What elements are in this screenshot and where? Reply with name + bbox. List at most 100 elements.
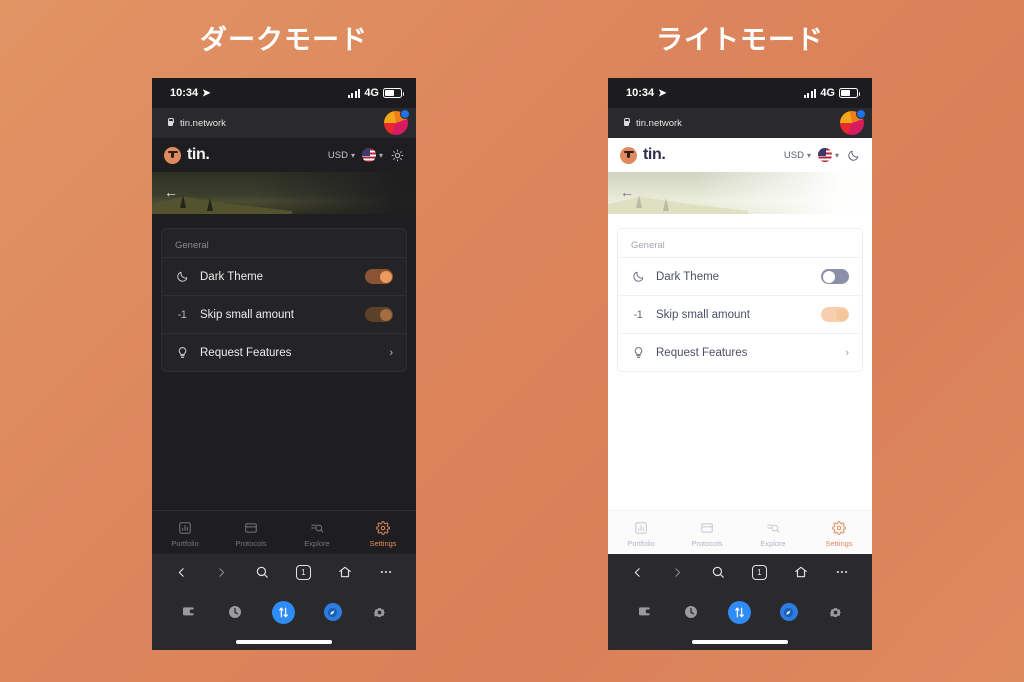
gear-icon[interactable] xyxy=(827,604,844,621)
home-indicator[interactable] xyxy=(692,640,788,644)
phone-mockup-light: 10:34 ➤ 4G tin.network tin. USD ▾ ▾ ← Ge… xyxy=(608,78,872,650)
bottom-nav-label: Protocols xyxy=(691,538,723,548)
battery-icon xyxy=(383,88,404,98)
bottom-nav-label: Portfolio xyxy=(627,538,655,548)
signal-bars-icon xyxy=(347,88,361,98)
language-selector[interactable]: ▾ xyxy=(817,148,839,162)
skip-small-amount-toggle[interactable] xyxy=(821,307,849,322)
currency-selector[interactable]: USD ▾ xyxy=(328,150,355,161)
status-bar-dark: 10:34 ➤ 4G xyxy=(152,78,416,108)
bottom-nav-item-protocols[interactable]: Protocols xyxy=(674,521,740,548)
settings-row-dark-theme[interactable]: Dark Theme xyxy=(162,257,406,295)
search-icon[interactable] xyxy=(255,565,269,579)
bottom-nav-label: Settings xyxy=(369,538,397,548)
moon-icon[interactable] xyxy=(846,148,860,162)
compass-icon[interactable] xyxy=(779,603,798,621)
settings-row-label: Skip small amount xyxy=(656,308,750,321)
minus-one-icon: -1 xyxy=(177,308,187,321)
bottom-nav-item-portfolio[interactable]: Portfolio xyxy=(152,521,218,548)
home-indicator[interactable] xyxy=(236,640,332,644)
back-arrow-icon[interactable]: ← xyxy=(164,185,178,199)
toggle-knob xyxy=(379,308,392,321)
settings-row-request-features[interactable]: Request Features › xyxy=(618,333,862,371)
toggle-knob xyxy=(379,270,392,283)
history-clock-icon[interactable] xyxy=(226,604,243,621)
compass-icon[interactable] xyxy=(323,603,342,621)
skip-small-amount-toggle[interactable] xyxy=(365,307,393,322)
status-bar-left: 10:34 ➤ xyxy=(170,87,211,99)
bottom-nav-light: Portfolio Protocols Explore Settings xyxy=(608,510,872,554)
settings-row-skip-small-amount[interactable]: -1 Skip small amount xyxy=(618,295,862,333)
caption-dark-mode: ダークモード xyxy=(200,25,368,55)
bottom-nav-item-explore[interactable]: Explore xyxy=(740,521,806,548)
bottom-nav-label: Settings xyxy=(825,538,853,548)
settings-row-skip-small-amount[interactable]: -1 Skip small amount xyxy=(162,295,406,333)
browser-toolbar-light: 1 xyxy=(608,554,872,590)
location-arrow-icon: ➤ xyxy=(658,87,667,99)
currency-label: USD xyxy=(327,149,348,161)
history-clock-icon[interactable] xyxy=(682,604,699,621)
site-profile-badge xyxy=(856,109,866,119)
toggle-knob xyxy=(835,308,848,321)
bottom-nav-item-explore[interactable]: Explore xyxy=(284,521,350,548)
signal-bars-icon xyxy=(803,88,817,98)
language-selector[interactable]: ▾ xyxy=(361,148,383,162)
more-icon[interactable] xyxy=(835,565,849,579)
gear-icon[interactable] xyxy=(371,604,388,621)
bottom-nav-item-settings[interactable]: Settings xyxy=(350,521,416,548)
wallet-toolbar-light xyxy=(608,590,872,634)
brand-logo-light[interactable]: tin. xyxy=(620,146,666,164)
tabs-count-label: 1 xyxy=(757,567,762,577)
brand-logo-dark[interactable]: tin. xyxy=(164,146,210,164)
dark-theme-toggle[interactable] xyxy=(365,269,393,284)
home-indicator-bar-light xyxy=(608,634,872,650)
back-arrow-icon[interactable]: ← xyxy=(620,185,634,199)
home-icon[interactable] xyxy=(794,565,808,579)
browser-url-bar-light[interactable]: tin.network xyxy=(608,108,872,138)
network-type-label: 4G xyxy=(820,87,835,99)
back-icon[interactable] xyxy=(175,566,188,579)
home-icon[interactable] xyxy=(338,565,352,579)
url-bar-content[interactable]: tin.network xyxy=(166,118,226,129)
settings-gear-icon xyxy=(832,521,847,536)
site-profile-logo-icon[interactable] xyxy=(384,109,410,135)
forward-icon[interactable] xyxy=(671,566,684,579)
brand-name: tin. xyxy=(643,146,666,163)
page-content-light: General Dark Theme -1 Skip small amount xyxy=(608,214,872,554)
lock-icon xyxy=(166,118,174,128)
settings-row-label: Request Features xyxy=(200,346,292,359)
wallet-icon[interactable] xyxy=(636,604,653,621)
swap-arrows-icon[interactable] xyxy=(727,600,751,624)
site-profile-logo-icon[interactable] xyxy=(840,109,866,135)
search-icon[interactable] xyxy=(711,565,725,579)
back-icon[interactable] xyxy=(631,566,644,579)
settings-gear-icon xyxy=(376,521,391,536)
chevron-down-icon: ▾ xyxy=(806,150,811,160)
status-bar-left: 10:34 ➤ xyxy=(626,87,667,99)
currency-selector[interactable]: USD ▾ xyxy=(784,150,811,161)
page-banner-dark: ← xyxy=(152,172,416,214)
wallet-icon[interactable] xyxy=(180,604,197,621)
moon-icon xyxy=(631,270,645,284)
page-content-dark: General Dark Theme -1 Skip small amount xyxy=(152,214,416,554)
bottom-nav-item-portfolio[interactable]: Portfolio xyxy=(608,521,674,548)
sun-icon[interactable] xyxy=(390,148,404,162)
home-indicator-bar-dark xyxy=(152,634,416,650)
url-bar-content[interactable]: tin.network xyxy=(622,118,682,129)
more-icon[interactable] xyxy=(379,565,393,579)
bottom-nav-item-protocols[interactable]: Protocols xyxy=(218,521,284,548)
url-text: tin.network xyxy=(636,117,682,129)
tabs-icon[interactable]: 1 xyxy=(295,564,311,580)
bottom-nav-dark: Portfolio Protocols Explore Settings xyxy=(152,510,416,554)
browser-url-bar-dark[interactable]: tin.network xyxy=(152,108,416,138)
dark-theme-toggle[interactable] xyxy=(821,269,849,284)
chevron-down-icon: ▾ xyxy=(834,150,839,160)
settings-row-request-features[interactable]: Request Features › xyxy=(162,333,406,371)
status-bar-right: 4G xyxy=(803,87,860,99)
swap-arrows-icon[interactable] xyxy=(271,600,295,624)
settings-row-dark-theme[interactable]: Dark Theme xyxy=(618,257,862,295)
tabs-icon[interactable]: 1 xyxy=(751,564,767,580)
forward-icon[interactable] xyxy=(215,566,228,579)
bottom-nav-item-settings[interactable]: Settings xyxy=(806,521,872,548)
settings-row-label: Dark Theme xyxy=(656,270,720,283)
